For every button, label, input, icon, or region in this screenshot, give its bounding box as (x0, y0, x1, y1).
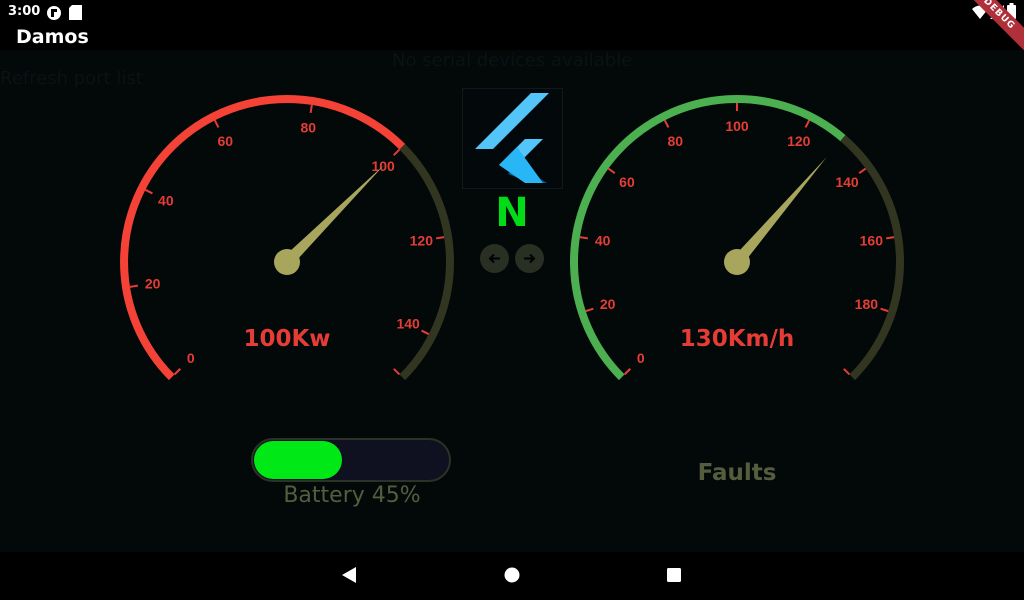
power-value-label: 100Kw (243, 326, 331, 352)
power-gauge-tick (435, 236, 445, 240)
status-time: 3:00 (8, 4, 41, 19)
speed-gauge-tick (885, 236, 895, 240)
speed-gauge-tick (880, 307, 889, 313)
speed-gauge-tick-label: 120 (787, 133, 811, 149)
speed-gauge-tick (623, 368, 631, 376)
speed-gauge-needle (732, 157, 827, 266)
notification-app-icon (46, 5, 62, 25)
power-gauge-tick-label: 0 (187, 350, 195, 366)
speed-gauge-end-tick (843, 368, 851, 376)
battery-bar (251, 438, 451, 482)
home-icon[interactable] (503, 566, 521, 588)
power-gauge-tick (173, 368, 181, 376)
flutter-logo-icon (462, 88, 563, 189)
previous-button[interactable] (480, 244, 509, 273)
power-gauge-tick-label: 40 (158, 192, 174, 208)
power-gauge-tick (213, 119, 220, 128)
power-gauge-end-tick (393, 368, 401, 376)
gear-indicator: N (495, 190, 529, 236)
speed-gauge-tick (858, 167, 867, 175)
speed-gauge-needle-hub (724, 249, 750, 275)
app-title: Damos (16, 26, 89, 48)
speed-gauge-tick (579, 236, 589, 240)
speed-gauge-tick (804, 119, 811, 128)
speed-gauge-tick-label: 100 (725, 118, 749, 134)
arrow-left-icon (488, 253, 500, 264)
power-gauge-tick-label: 60 (217, 133, 233, 149)
app-bar: Damos (0, 24, 1024, 50)
power-gauge-tick-label: 20 (145, 275, 161, 291)
sd-card-icon (69, 5, 82, 24)
speed-value-label: 130Km/h (679, 326, 795, 352)
battery-label: Battery 45% (283, 483, 421, 508)
power-gauge-tick (309, 104, 313, 114)
speed-gauge-tick-label: 80 (667, 133, 683, 149)
speed-gauge: 0 20 40 60 80 100 120 140 160 180 (570, 95, 904, 381)
power-gauge-tick (393, 148, 401, 156)
speed-gauge-tick (663, 119, 670, 128)
power-gauge-tick (144, 188, 153, 195)
speed-gauge-tick-label: 140 (835, 174, 859, 190)
power-gauge-needle (282, 164, 385, 267)
faults-label[interactable]: Faults (637, 460, 837, 486)
speed-gauge-tick-label: 180 (855, 296, 879, 312)
battery-fill (254, 441, 343, 479)
arrow-right-icon (524, 253, 536, 264)
speed-gauge-tick-label: 40 (595, 233, 611, 249)
navigation-bar (0, 552, 1024, 600)
next-button[interactable] (515, 244, 544, 273)
power-gauge: 020406080100120140 (120, 95, 454, 381)
status-bar: 3:00 (0, 0, 1024, 24)
speed-gauge-tick-label: 160 (860, 233, 884, 249)
recents-icon[interactable] (666, 566, 682, 588)
speed-gauge-tick (607, 167, 616, 175)
speed-gauge-tick-label: 0 (637, 350, 645, 366)
power-gauge-tick (129, 284, 139, 288)
power-gauge-tick-label: 120 (410, 233, 434, 249)
speed-gauge-tick-label: 60 (619, 174, 635, 190)
power-gauge-needle-hub (274, 249, 300, 275)
speed-gauge-tick-label: 20 (600, 296, 616, 312)
back-icon[interactable] (341, 566, 357, 588)
speed-gauge-tick (585, 307, 594, 313)
power-gauge-tick-label: 80 (300, 120, 316, 136)
